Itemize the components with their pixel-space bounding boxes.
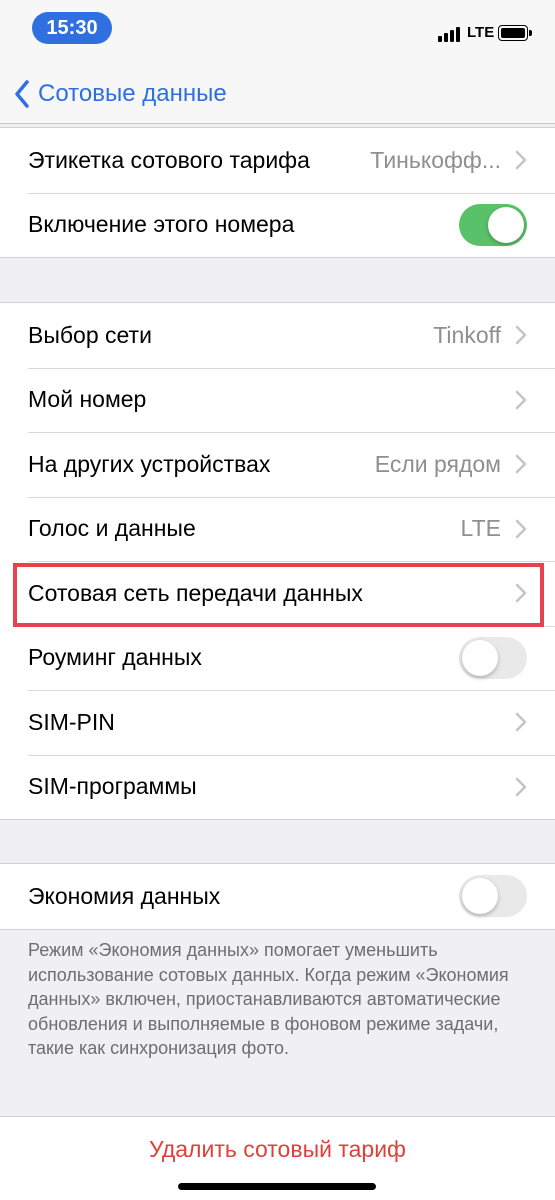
row-label: Этикетка сотового тарифа [28,146,310,173]
chevron-left-icon [15,80,29,108]
nav-bar: Сотовые данные [0,60,555,124]
chevron-right-icon [515,455,527,474]
row-label: SIM-PIN [28,708,115,735]
row-label: Мой номер [28,386,147,413]
signal-icon [438,26,462,42]
low-data-group: Экономия данных [0,863,555,930]
home-indicator[interactable] [178,1183,376,1190]
row-label: Сотовая сеть передачи данных [28,579,363,606]
row-label: SIM-программы [28,773,197,800]
data-roaming-row: Роуминг данных [0,625,555,691]
other-devices-row[interactable]: На других устройствах Если рядом [0,432,555,497]
status-time[interactable]: 15:30 [32,12,112,44]
row-value: LTE [460,515,501,542]
line-enabled-toggle[interactable] [459,203,527,246]
row-label: На других устройствах [28,450,271,477]
row-label: Роуминг данных [28,644,202,671]
plan-group: Этикетка сотового тарифа Тинькофф... Вкл… [0,127,555,258]
chevron-right-icon [515,584,527,603]
my-number-row[interactable]: Мой номер [0,367,555,433]
delete-plan-button[interactable]: Удалить сотовый тариф [0,1117,555,1182]
sim-apps-row[interactable]: SIM-программы [0,754,555,820]
delete-plan-label: Удалить сотовый тариф [149,1135,406,1162]
battery-icon [498,25,532,41]
chevron-right-icon [515,326,527,345]
chevron-right-icon [515,390,527,409]
row-label: Экономия данных [28,882,221,909]
low-data-mode-row: Экономия данных [0,864,555,929]
back-button-label: Сотовые данные [38,80,227,107]
chevron-right-icon [515,151,527,170]
row-label: Голос и данные [28,515,196,542]
row-label: Включение этого номера [28,211,295,238]
data-roaming-toggle[interactable] [459,636,527,679]
line-enabled-row: Включение этого номера [0,192,555,258]
network-selection-row[interactable]: Выбор сети Tinkoff [0,303,555,368]
status-bar: 15:30 LTE [0,0,555,60]
network-group: Выбор сети Tinkoff Мой номер На других у… [0,302,555,820]
cellular-data-network-row[interactable]: Сотовая сеть передачи данных [0,561,555,626]
low-data-mode-description: Режим «Экономия данных» помогает уменьши… [28,940,509,1058]
plan-label-row[interactable]: Этикетка сотового тарифа Тинькофф... [0,128,555,193]
row-label: Выбор сети [28,321,152,348]
sim-pin-row[interactable]: SIM-PIN [0,690,555,755]
row-value: Tinkoff [433,321,501,348]
low-data-mode-toggle[interactable] [459,875,527,918]
chevron-right-icon [515,777,527,796]
voice-data-row[interactable]: Голос и данные LTE [0,496,555,562]
chevron-right-icon [515,713,527,732]
row-value: Тинькофф... [370,146,501,173]
chevron-right-icon [515,519,527,538]
back-button[interactable]: Сотовые данные [14,74,227,114]
network-type-label: LTE [467,24,495,41]
row-value: Если рядом [374,450,501,477]
